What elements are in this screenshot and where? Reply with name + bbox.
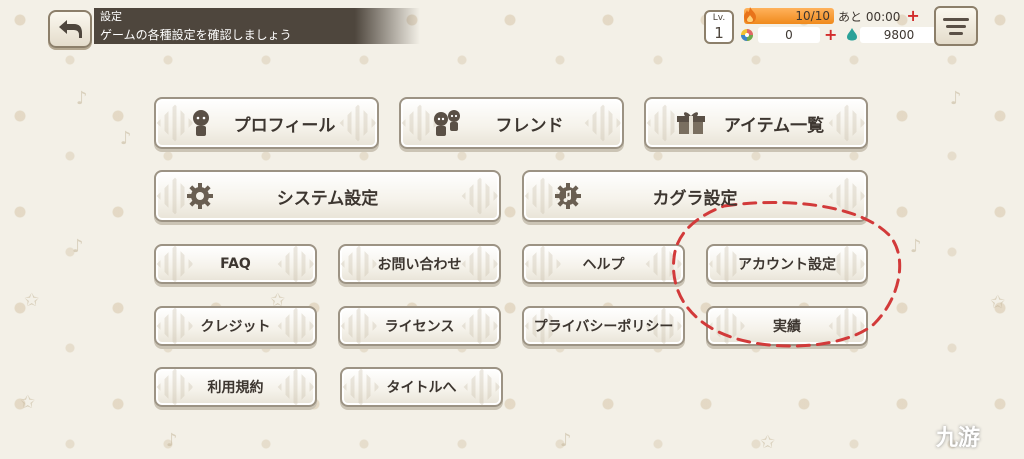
- to-title-button[interactable]: タイトルへ: [340, 367, 503, 407]
- stamina-add-plus-icon[interactable]: +: [906, 8, 919, 24]
- contact-button[interactable]: お問い合わせ: [338, 244, 501, 284]
- account-settings-label: アカウント設定: [738, 257, 836, 273]
- help-label: ヘルプ: [582, 257, 625, 273]
- system-settings-label: システム設定: [276, 188, 379, 209]
- achievements-button[interactable]: 実績: [706, 306, 868, 346]
- faq-button[interactable]: FAQ: [154, 244, 317, 284]
- rainbow-gem-icon: [741, 29, 753, 41]
- music-note-icon: ♪: [72, 236, 84, 257]
- friend-button[interactable]: フレンド: [399, 97, 624, 149]
- gear-music-icon: [554, 182, 582, 210]
- watermark-logo: 九游: [936, 426, 981, 451]
- gem-row: [740, 27, 754, 43]
- kagura-settings-label: カグラ設定: [652, 188, 738, 209]
- license-label: ライセンス: [384, 319, 455, 335]
- gem-count-value: 0: [785, 28, 793, 42]
- gear-icon: [186, 182, 214, 210]
- page-title: 設定: [100, 10, 122, 23]
- friend-label: フレンド: [495, 115, 564, 136]
- contact-label: お問い合わせ: [377, 257, 462, 273]
- stamina-value: 10/10: [795, 9, 830, 23]
- music-note-icon: ♪: [166, 430, 178, 451]
- item-list-button[interactable]: アイテム一覧: [644, 97, 868, 149]
- page-subtitle: ゲームの各種設定を確認しましょう: [100, 28, 292, 42]
- music-note-icon: ♪: [950, 88, 962, 109]
- terms-label: 利用規約: [207, 380, 264, 396]
- back-button[interactable]: [48, 10, 92, 48]
- stamina-timer: あと 00:00 +: [838, 8, 920, 24]
- menu-line: [949, 31, 963, 35]
- account-settings-button[interactable]: アカウント設定: [706, 244, 868, 284]
- timer-text: あと 00:00: [838, 9, 901, 24]
- system-settings-button[interactable]: システム設定: [154, 170, 501, 222]
- item-list-label: アイテム一覧: [723, 115, 825, 136]
- menu-line: [946, 24, 966, 28]
- music-note-icon: ♪: [120, 128, 132, 149]
- level-value: 1: [714, 24, 724, 42]
- star-icon: ✩: [760, 432, 776, 453]
- achievements-label: 実績: [773, 319, 801, 335]
- credits-label: クレジット: [200, 319, 271, 335]
- flame-icon: [744, 7, 756, 23]
- main-menu-button[interactable]: [934, 6, 978, 46]
- back-arrow-icon: [59, 20, 82, 38]
- star-icon: ✩: [990, 292, 1006, 313]
- player-level: Lv. 1: [704, 10, 734, 44]
- gem-count: 0: [758, 27, 820, 43]
- gift-box-icon: [676, 110, 706, 136]
- profile-button[interactable]: プロフィール: [154, 97, 379, 149]
- help-button[interactable]: ヘルプ: [522, 244, 685, 284]
- water-drop-icon: [847, 28, 857, 41]
- privacy-policy-label: プライバシーポリシー: [533, 319, 674, 335]
- menu-line: [943, 17, 969, 21]
- gem-add-plus-icon[interactable]: +: [824, 27, 837, 43]
- music-note-icon: ♪: [910, 236, 922, 257]
- currency-count: 9800: [860, 27, 938, 43]
- profile-label: プロフィール: [233, 115, 336, 136]
- level-label: Lv.: [712, 13, 726, 23]
- friends-icon: [431, 109, 463, 137]
- to-title-label: タイトルへ: [386, 380, 457, 396]
- music-note-icon: ♪: [560, 430, 572, 451]
- kagura-settings-button[interactable]: カグラ設定: [522, 170, 868, 222]
- credits-button[interactable]: クレジット: [154, 306, 317, 346]
- person-icon: [190, 109, 212, 137]
- music-note-icon: ♪: [76, 88, 88, 109]
- header-bar: 設定 ゲームの各種設定を確認しましょう: [94, 8, 420, 44]
- faq-label: FAQ: [220, 256, 251, 272]
- currency-value: 9800: [883, 28, 915, 42]
- license-button[interactable]: ライセンス: [338, 306, 501, 346]
- terms-button[interactable]: 利用規約: [154, 367, 317, 407]
- star-icon: ✩: [20, 392, 36, 413]
- star-icon: ✩: [24, 290, 40, 311]
- privacy-policy-button[interactable]: プライバシーポリシー: [522, 306, 685, 346]
